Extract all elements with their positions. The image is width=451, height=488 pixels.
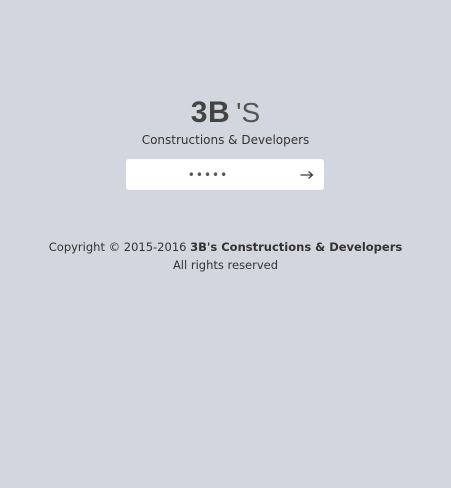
- submit-button[interactable]: [290, 159, 324, 190]
- company-subtitle: Constructions & Developers: [141, 133, 310, 147]
- logo-main-text: 3B: [190, 96, 231, 129]
- lockscreen-page: 3B'S Constructions & Developers Copyrigh…: [0, 0, 451, 488]
- footer: Copyright © 2015-2016 3B's Constructions…: [0, 238, 451, 274]
- rights-line: All rights reserved: [172, 258, 279, 272]
- company-name: 3B's Constructions & Developers: [190, 240, 403, 254]
- lockscreen-form: [126, 159, 324, 190]
- copyright-prefix: Copyright © 2015-2016: [48, 240, 191, 254]
- logo[interactable]: 3B 'S: [0, 96, 451, 134]
- password-input[interactable]: [126, 159, 290, 190]
- logo-suffix-text: 'S: [236, 97, 261, 128]
- arrow-right-icon: [300, 170, 314, 179]
- copyright-line: Copyright © 2015-2016 3B's Constructions…: [0, 238, 451, 256]
